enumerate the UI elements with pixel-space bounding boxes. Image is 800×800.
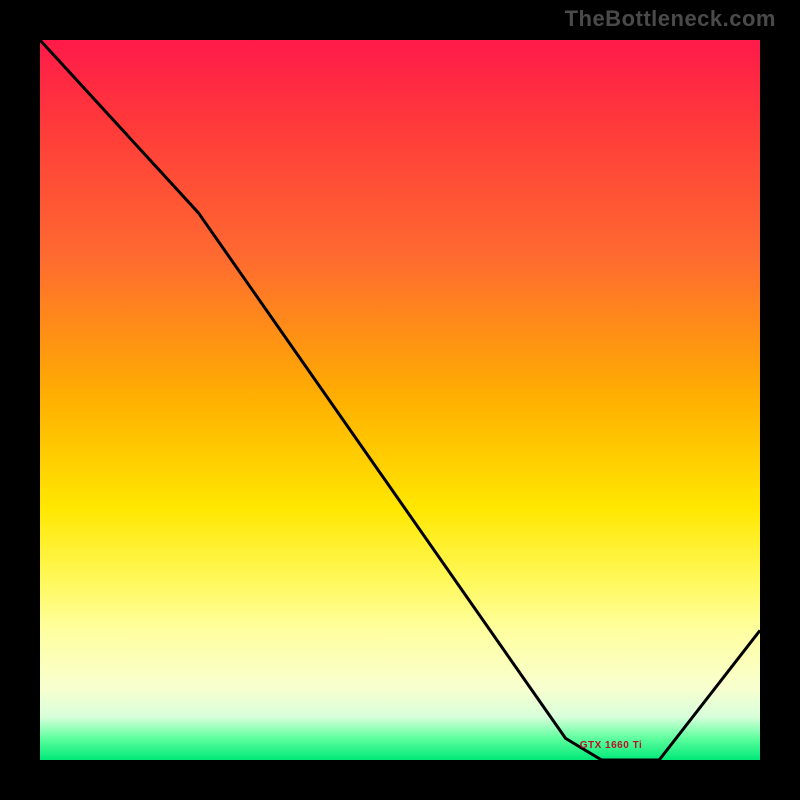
- plot-area: GTX 1660 Ti: [40, 40, 760, 760]
- target-gpu-label: GTX 1660 Ti: [580, 740, 643, 751]
- chart-container: TheBottleneck.com GTX 1660 Ti: [0, 0, 800, 800]
- background-gradient: [40, 40, 760, 760]
- watermark-text: TheBottleneck.com: [565, 6, 776, 32]
